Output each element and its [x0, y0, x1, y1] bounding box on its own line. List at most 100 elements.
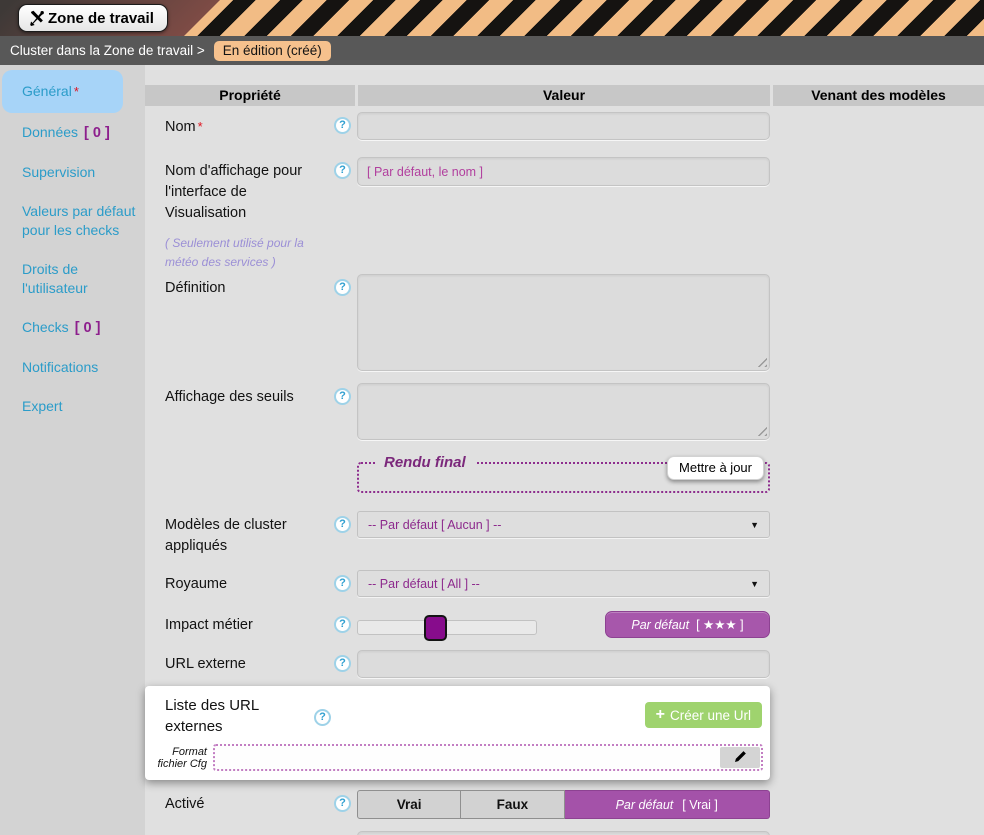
label-text: Définition: [165, 280, 225, 296]
selected-value: -- Par défaut [ All ] --: [368, 577, 480, 591]
cfg-format-line1: Format: [150, 746, 207, 758]
help-icon[interactable]: ?: [334, 575, 351, 592]
sidebar-item-checks[interactable]: Checks [ 0 ]: [0, 308, 145, 348]
form-row-cluster-templates: Modèles de cluster appliqués ? -- Par dé…: [145, 511, 984, 557]
form-row-definition: Définition ?: [145, 274, 984, 371]
form-row-thresholds: Affichage des seuils ?: [145, 383, 984, 440]
sidebar-item-expert[interactable]: Expert: [0, 387, 145, 426]
sidebar-item-label: Droits de l'utilisateur: [22, 261, 88, 296]
form-content: Propriété Valeur Venant des modèles Nom*…: [145, 65, 984, 835]
help-icon[interactable]: ?: [334, 795, 351, 812]
help-icon[interactable]: ?: [334, 117, 351, 134]
display-name-input[interactable]: [357, 157, 770, 186]
sidebar-item-label: Général: [22, 83, 72, 99]
sidebar-item-general[interactable]: Général*: [2, 70, 123, 113]
sidebar-item-label: Données: [22, 124, 78, 140]
external-url-input[interactable]: [357, 650, 770, 678]
default-label: Par défaut: [616, 798, 674, 812]
enabled-false-button[interactable]: Faux: [461, 790, 564, 819]
status-badge: En édition (créé): [214, 41, 331, 61]
field-label: Définition: [145, 274, 334, 299]
chevron-down-icon: ▼: [750, 520, 759, 530]
field-label: Royaume: [145, 570, 334, 595]
label-text: Affichage des seuils: [165, 389, 294, 405]
tools-icon: [28, 10, 45, 27]
enabled-true-button[interactable]: Vrai: [357, 790, 461, 819]
cfg-format-field[interactable]: [213, 744, 763, 771]
update-render-button[interactable]: Mettre à jour: [667, 456, 764, 480]
enabled-default-button[interactable]: Par défaut [ Vrai ]: [565, 790, 771, 819]
default-value: [ Vrai ]: [682, 798, 718, 812]
selected-value: -- Par défaut [ Aucun ] --: [368, 518, 501, 532]
form-row-external-url: URL externe ?: [145, 650, 984, 678]
form-row-display-name: Nom d'affichage pour l'interface de Visu…: [145, 157, 984, 272]
cfg-format-line2: fichier Cfg: [150, 758, 207, 770]
label-text: Nom d'affichage pour l'interface de Visu…: [165, 163, 302, 221]
impact-default-button[interactable]: Par défaut [ ★★★ ]: [605, 611, 770, 638]
sidebar-item-donnees[interactable]: Données [ 0 ]: [0, 113, 145, 153]
help-icon[interactable]: ?: [334, 655, 351, 672]
field-label: Activé: [145, 790, 334, 815]
label-text: URL externe: [165, 656, 246, 672]
help-icon[interactable]: ?: [314, 709, 331, 726]
pack-input[interactable]: [357, 831, 770, 835]
label-text: Impact métier: [165, 617, 253, 633]
nom-input[interactable]: [357, 112, 770, 140]
column-header-property: Propriété: [145, 85, 355, 106]
column-header-from-templates: Venant des modèles: [773, 85, 984, 106]
form-row-nom: Nom* ?: [145, 112, 984, 140]
label-text: Activé: [165, 796, 205, 812]
form-row-pack: Pack ?: [145, 831, 984, 835]
slider-thumb[interactable]: [424, 615, 447, 641]
sidebar-item-droits[interactable]: Droits de l'utilisateur: [0, 250, 145, 308]
help-icon[interactable]: ?: [334, 162, 351, 179]
sidebar-item-notifications[interactable]: Notifications: [0, 348, 145, 387]
help-icon[interactable]: ?: [334, 279, 351, 296]
sidebar-item-supervision[interactable]: Supervision: [0, 153, 145, 192]
create-url-button[interactable]: + Créer une Url: [645, 702, 762, 728]
plus-icon: +: [656, 707, 665, 723]
label-text: Nom: [165, 119, 196, 135]
help-icon[interactable]: ?: [334, 616, 351, 633]
chevron-down-icon: ▼: [750, 579, 759, 589]
field-label: Liste des URL externes: [145, 693, 314, 737]
field-note: ( Seulement utilisé pour la météo des se…: [165, 234, 330, 272]
create-url-label: Créer une Url: [670, 708, 751, 723]
edit-cfg-button[interactable]: [720, 747, 760, 768]
help-icon[interactable]: ?: [334, 516, 351, 533]
label-text: Modèles de cluster appliqués: [165, 517, 287, 554]
field-label: URL externe: [145, 650, 334, 675]
sidebar-item-label: Notifications: [22, 359, 98, 375]
sidebar-item-label: Checks: [22, 319, 69, 335]
form-row-realm: Royaume ? -- Par défaut [ All ] -- ▼: [145, 570, 984, 597]
field-label: Affichage des seuils: [145, 383, 334, 408]
label-text: Liste des URL externes: [165, 697, 259, 735]
sidebar-item-label: Supervision: [22, 164, 95, 180]
column-header-value: Valeur: [358, 85, 770, 106]
workspace-button-label: Zone de travail: [48, 10, 154, 27]
sidebar-item-valeurs-defaut[interactable]: Valeurs par défaut pour les checks: [0, 192, 145, 250]
workspace-button[interactable]: Zone de travail: [18, 4, 168, 32]
realm-select[interactable]: -- Par défaut [ All ] -- ▼: [357, 570, 770, 597]
required-marker: *: [198, 119, 203, 134]
field-label: Nom d'affichage pour l'interface de Visu…: [145, 157, 334, 272]
thresholds-textarea[interactable]: [357, 383, 770, 440]
required-marker: *: [74, 84, 79, 99]
cluster-templates-select[interactable]: -- Par défaut [ Aucun ] -- ▼: [357, 511, 770, 538]
pencil-icon: [733, 749, 748, 767]
count-badge: [ 0 ]: [84, 125, 110, 141]
default-value: [ ★★★ ]: [696, 617, 744, 632]
default-label: Par défaut: [631, 618, 689, 632]
field-label: Nom*: [145, 112, 334, 138]
sidebar-item-label: Valeurs par défaut pour les checks: [22, 203, 135, 238]
enabled-toggle-group: Vrai Faux Par défaut [ Vrai ]: [357, 790, 770, 819]
sidebar: Général* Données [ 0 ] Supervision Valeur…: [0, 65, 145, 835]
sidebar-item-label: Expert: [22, 398, 62, 414]
count-badge: [ 0 ]: [75, 320, 101, 336]
definition-textarea[interactable]: [357, 274, 770, 371]
top-header: Zone de travail: [0, 0, 984, 36]
help-icon[interactable]: ?: [334, 388, 351, 405]
cfg-format-label: Format fichier Cfg: [150, 746, 207, 770]
business-impact-slider[interactable]: [357, 620, 537, 635]
field-label: Pack: [145, 831, 334, 835]
